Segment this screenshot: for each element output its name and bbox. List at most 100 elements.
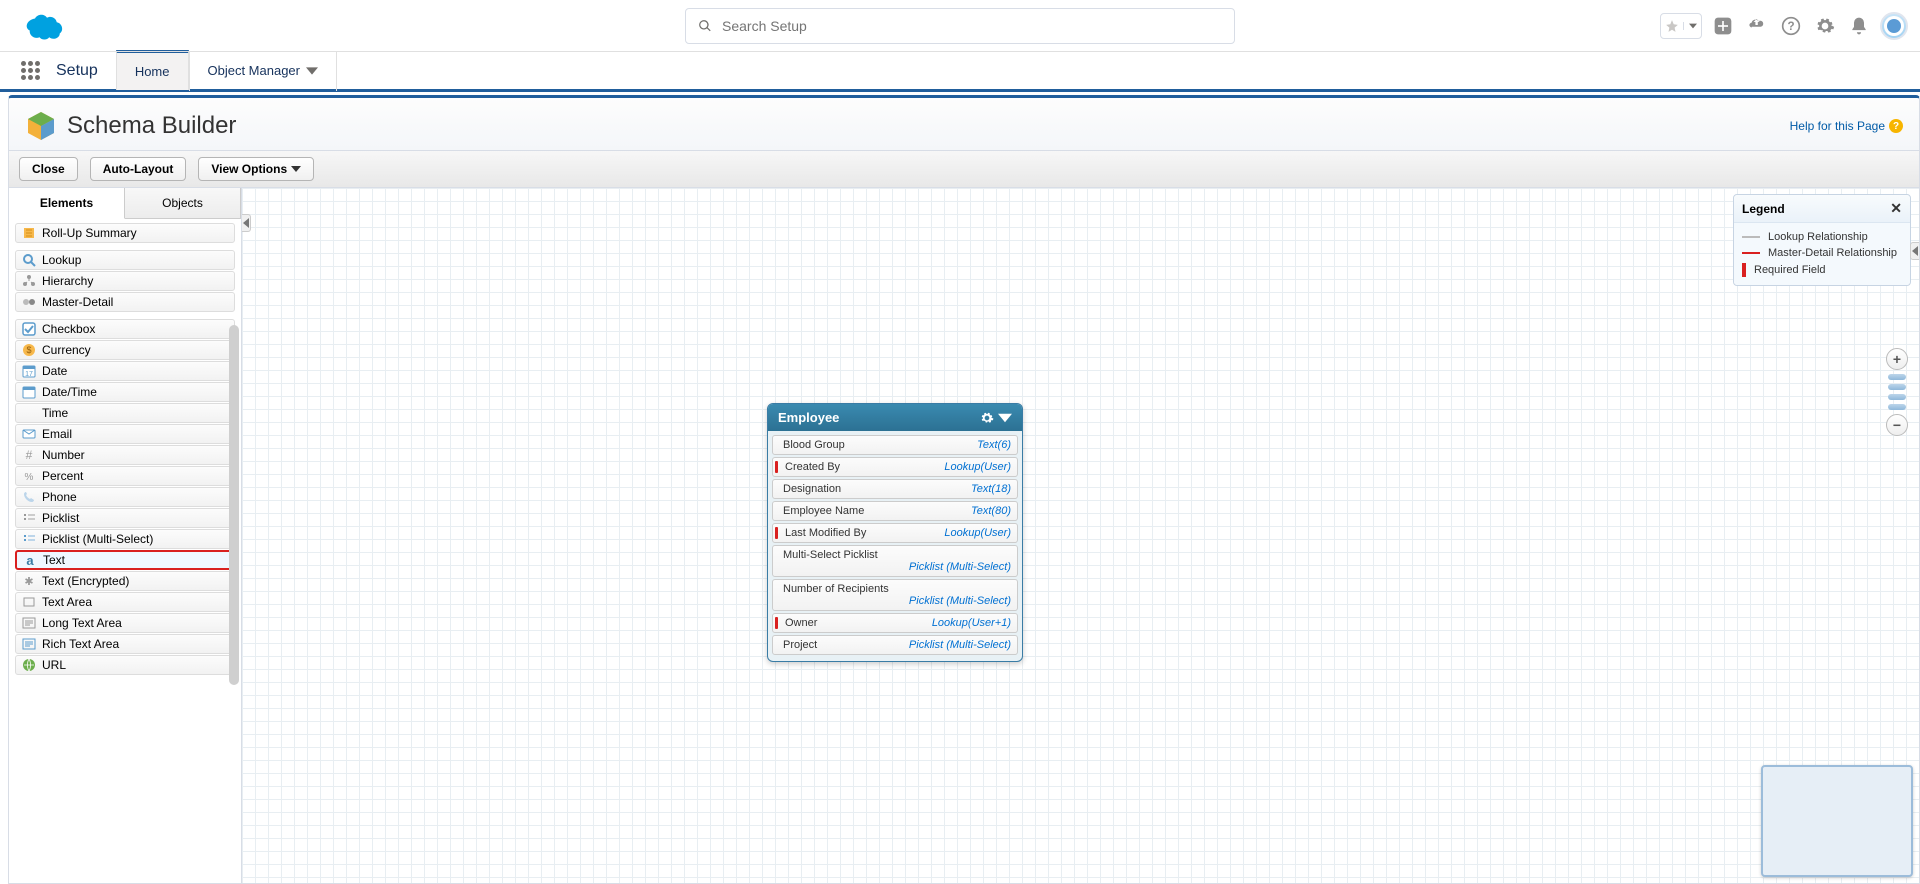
tab-home[interactable]: Home bbox=[116, 50, 189, 90]
field-type-icon bbox=[22, 385, 36, 399]
field-type-icon bbox=[22, 253, 36, 267]
palette-item[interactable]: Long Text Area bbox=[15, 613, 235, 633]
palette-item[interactable]: #Number bbox=[15, 445, 235, 465]
legend-row-master: Master-Detail Relationship bbox=[1742, 245, 1902, 261]
favorites-button[interactable] bbox=[1660, 13, 1702, 39]
schema-toolbar: Close Auto-Layout View Options bbox=[9, 150, 1919, 188]
scrollbar[interactable] bbox=[229, 325, 239, 685]
palette-item-label: Percent bbox=[42, 469, 83, 483]
field-type-icon: 17 bbox=[22, 364, 36, 378]
object-field-row[interactable]: ProjectPicklist (Multi-Select) bbox=[772, 635, 1018, 655]
object-field-row[interactable]: Designation Text(18) bbox=[772, 479, 1018, 499]
line-icon bbox=[1742, 252, 1760, 254]
palette-item-label: Text (Encrypted) bbox=[42, 574, 129, 588]
search-icon bbox=[698, 19, 712, 33]
field-type: Picklist (Multi-Select) bbox=[909, 595, 1011, 607]
field-type-icon bbox=[22, 637, 36, 651]
field-name: Owner bbox=[779, 617, 817, 629]
search-box[interactable] bbox=[685, 8, 1235, 44]
palette-item[interactable]: URL bbox=[15, 655, 235, 675]
zoom-slider[interactable] bbox=[1888, 404, 1906, 410]
object-card-employee[interactable]: Employee Blood GroupText(6)Created ByLoo… bbox=[767, 403, 1023, 662]
palette-item[interactable]: Date/Time bbox=[15, 382, 235, 402]
line-icon bbox=[1742, 236, 1760, 238]
palette-item-label: Lookup bbox=[42, 253, 81, 267]
user-avatar[interactable] bbox=[1880, 12, 1908, 40]
palette-item[interactable]: Picklist bbox=[15, 508, 235, 528]
help-label: Help for this Page bbox=[1790, 119, 1885, 133]
close-button[interactable]: Close bbox=[19, 157, 78, 181]
palette-item[interactable]: %Percent bbox=[15, 466, 235, 486]
palette-item[interactable]: Email bbox=[15, 424, 235, 444]
object-field-row[interactable]: Number of RecipientsPicklist (Multi-Sele… bbox=[772, 579, 1018, 611]
notifications-button[interactable] bbox=[1846, 13, 1872, 39]
search-input[interactable] bbox=[722, 18, 1222, 34]
palette-item-label: Date/Time bbox=[42, 385, 97, 399]
tab-object-manager[interactable]: Object Manager bbox=[189, 51, 338, 91]
app-launcher[interactable] bbox=[12, 53, 48, 89]
caret-down-icon[interactable] bbox=[998, 411, 1012, 425]
svg-text:?: ? bbox=[1787, 20, 1794, 33]
palette-item[interactable]: Rich Text Area bbox=[15, 634, 235, 654]
palette-item[interactable]: Roll-Up Summary bbox=[15, 223, 235, 243]
object-field-row[interactable]: Blood GroupText(6) bbox=[772, 435, 1018, 455]
object-field-row[interactable]: Employee NameText(80) bbox=[772, 501, 1018, 521]
field-type: Text(18) bbox=[971, 483, 1011, 495]
side-tab-elements[interactable]: Elements bbox=[9, 188, 125, 219]
palette-item-label: Master-Detail bbox=[42, 295, 113, 309]
add-button[interactable] bbox=[1710, 13, 1736, 39]
field-type: Lookup(User) bbox=[944, 527, 1011, 539]
object-field-row[interactable]: Last Modified ByLookup(User) bbox=[772, 523, 1018, 543]
field-type: Lookup(User+1) bbox=[932, 617, 1011, 629]
view-options-button[interactable]: View Options bbox=[198, 157, 314, 181]
palette-item[interactable]: Lookup bbox=[15, 250, 235, 270]
palette-item[interactable]: Master-Detail bbox=[15, 292, 235, 312]
minimap[interactable] bbox=[1761, 765, 1913, 877]
field-type-icon: # bbox=[22, 448, 36, 462]
palette-list[interactable]: Roll-Up Summary Lookup Hierarchy Master-Det… bbox=[9, 219, 241, 883]
collapse-sidebar-handle[interactable] bbox=[242, 214, 251, 232]
palette-item-label: Text bbox=[43, 553, 65, 567]
palette-item[interactable]: Time bbox=[15, 403, 235, 423]
auto-layout-button[interactable]: Auto-Layout bbox=[90, 157, 187, 181]
main-panel: Schema Builder Help for this Page ? Clos… bbox=[8, 95, 1920, 884]
gear-icon[interactable] bbox=[980, 411, 994, 425]
setup-gear-button[interactable] bbox=[1812, 13, 1838, 39]
help-for-page-link[interactable]: Help for this Page ? bbox=[1790, 119, 1903, 133]
object-field-row[interactable]: Owner Lookup(User+1) bbox=[772, 613, 1018, 633]
field-type: Text(6) bbox=[977, 439, 1011, 451]
zoom-slider[interactable] bbox=[1888, 374, 1906, 380]
triangle-left-icon bbox=[1912, 246, 1918, 256]
zoom-in-button[interactable]: + bbox=[1886, 348, 1908, 370]
palette-item-label: Roll-Up Summary bbox=[42, 226, 137, 240]
field-name: Designation bbox=[779, 483, 841, 495]
palette-item[interactable]: ✱Text (Encrypted) bbox=[15, 571, 235, 591]
object-field-row[interactable]: Multi-Select PicklistPicklist (Multi-Sel… bbox=[772, 545, 1018, 577]
schema-canvas[interactable]: Employee Blood GroupText(6)Created ByLoo… bbox=[242, 188, 1919, 883]
collapse-right-handle[interactable] bbox=[1910, 242, 1919, 260]
object-field-row[interactable]: Created ByLookup(User) bbox=[772, 457, 1018, 477]
side-tab-objects[interactable]: Objects bbox=[125, 188, 241, 218]
legend-close[interactable]: ✕ bbox=[1890, 200, 1902, 217]
zoom-out-button[interactable]: − bbox=[1886, 414, 1908, 436]
palette-item[interactable]: Checkbox bbox=[15, 319, 235, 339]
svg-text:$: $ bbox=[26, 345, 31, 355]
palette-item[interactable]: a Text bbox=[15, 550, 235, 570]
zoom-slider[interactable] bbox=[1888, 384, 1906, 390]
field-type-icon bbox=[22, 532, 36, 546]
palette-item-label: Rich Text Area bbox=[42, 637, 119, 651]
object-title: Employee bbox=[778, 410, 839, 425]
salesforce-help-button[interactable] bbox=[1744, 13, 1770, 39]
help-button[interactable]: ? bbox=[1778, 13, 1804, 39]
palette-item[interactable]: Text Area bbox=[15, 592, 235, 612]
palette-item[interactable]: Phone bbox=[15, 487, 235, 507]
palette-item[interactable]: 17Date bbox=[15, 361, 235, 381]
field-name: Number of Recipients bbox=[779, 583, 1011, 595]
object-card-header[interactable]: Employee bbox=[768, 404, 1022, 431]
zoom-slider[interactable] bbox=[1888, 394, 1906, 400]
field-type-icon: a bbox=[23, 553, 37, 567]
palette-item[interactable]: Hierarchy bbox=[15, 271, 235, 291]
palette-item[interactable]: Picklist (Multi-Select) bbox=[15, 529, 235, 549]
waffle-icon bbox=[21, 61, 40, 80]
palette-item[interactable]: $Currency bbox=[15, 340, 235, 360]
